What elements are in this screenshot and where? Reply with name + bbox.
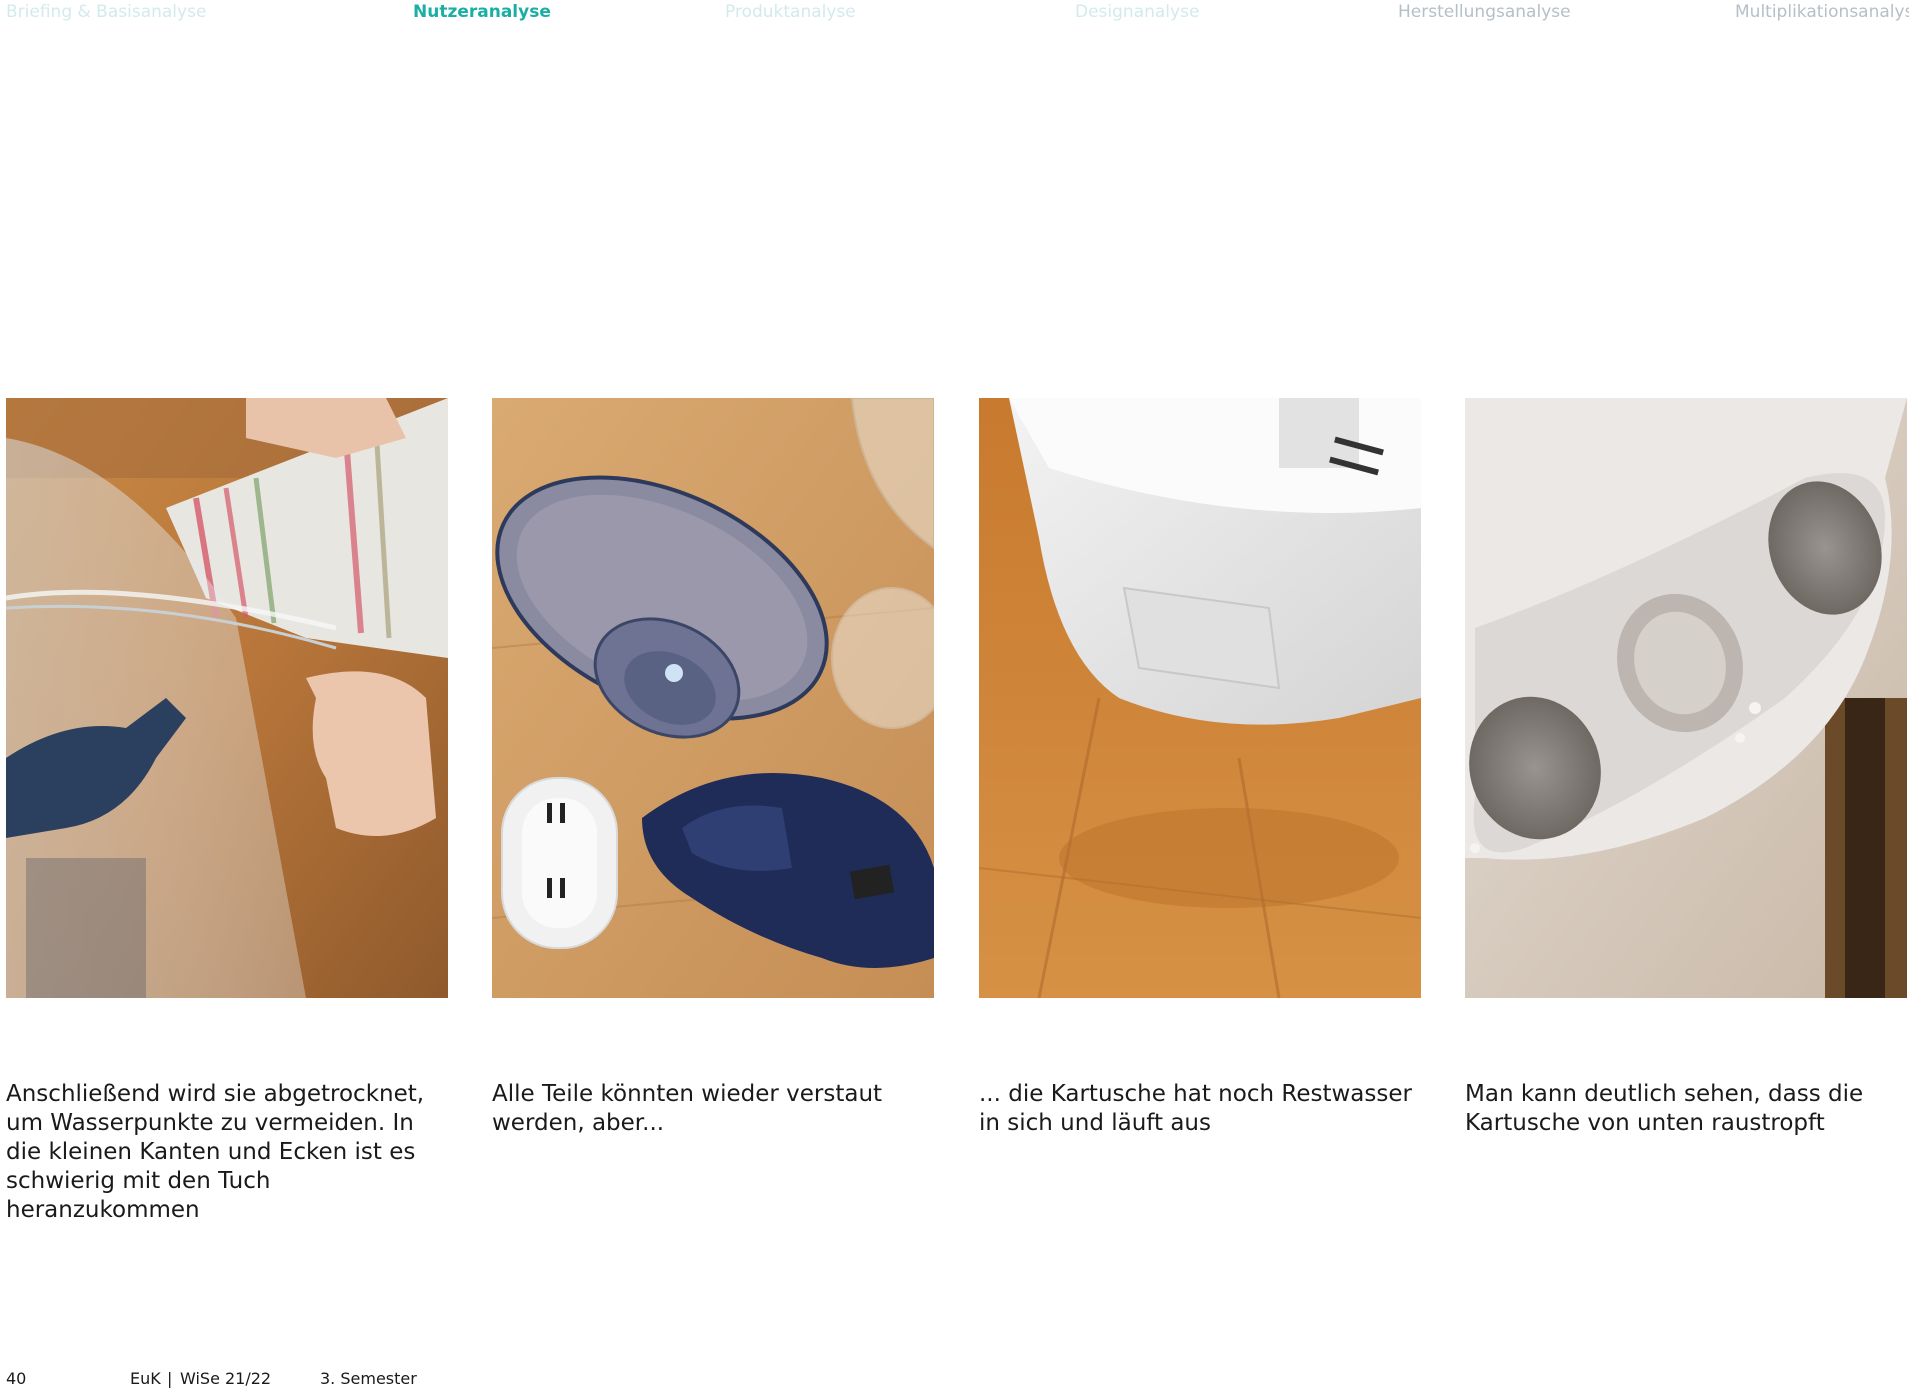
- photo-parts-laid-out: [492, 398, 934, 998]
- photo-drying-jug: [6, 398, 448, 998]
- course-name: EuK: [130, 1369, 161, 1388]
- nav-item-produktanalyse[interactable]: Produktanalyse: [725, 2, 856, 22]
- nav-item-multiplikationsanalyse[interactable]: Multiplikationsanalyse: [1735, 2, 1909, 22]
- nav-item-herstellungsanalyse[interactable]: Herstellungsanalyse: [1398, 2, 1571, 22]
- photo-parts-laid-out-image: [492, 398, 934, 998]
- semester-label: 3. Semester: [320, 1369, 417, 1388]
- footer-separator: |: [167, 1369, 173, 1388]
- term-label: WiSe 21/22: [180, 1369, 272, 1388]
- section-nav: Briefing & Basisanalyse Nutzeranalyse Pr…: [0, 0, 1909, 30]
- photo-cartridge-leaking-image: [979, 398, 1421, 998]
- photo-drying-jug-image: [6, 398, 448, 998]
- photo-cartridge-underside-image: [1465, 398, 1907, 998]
- nav-item-designanalyse[interactable]: Designanalyse: [1075, 2, 1199, 22]
- nav-item-nutzeranalyse[interactable]: Nutzeranalyse: [413, 2, 551, 22]
- caption-parts-laid-out: Alle Teile könnten wieder verstaut werde…: [492, 1081, 883, 1136]
- caption-cartridge-leaking: ... die Kartusche hat noch Restwasser in…: [979, 1081, 1412, 1136]
- caption-drying-jug: Anschließend wird sie abgetrocknet, um W…: [6, 1081, 425, 1223]
- photo-cartridge-leaking: [979, 398, 1421, 998]
- page-number: 40: [6, 1369, 27, 1388]
- photo-cartridge-underside: [1465, 398, 1907, 998]
- nav-item-briefing-basisanalyse[interactable]: Briefing & Basisanalyse: [6, 2, 206, 22]
- caption-cartridge-underside: Man kann deutlich sehen, dass die Kartus…: [1465, 1081, 1864, 1136]
